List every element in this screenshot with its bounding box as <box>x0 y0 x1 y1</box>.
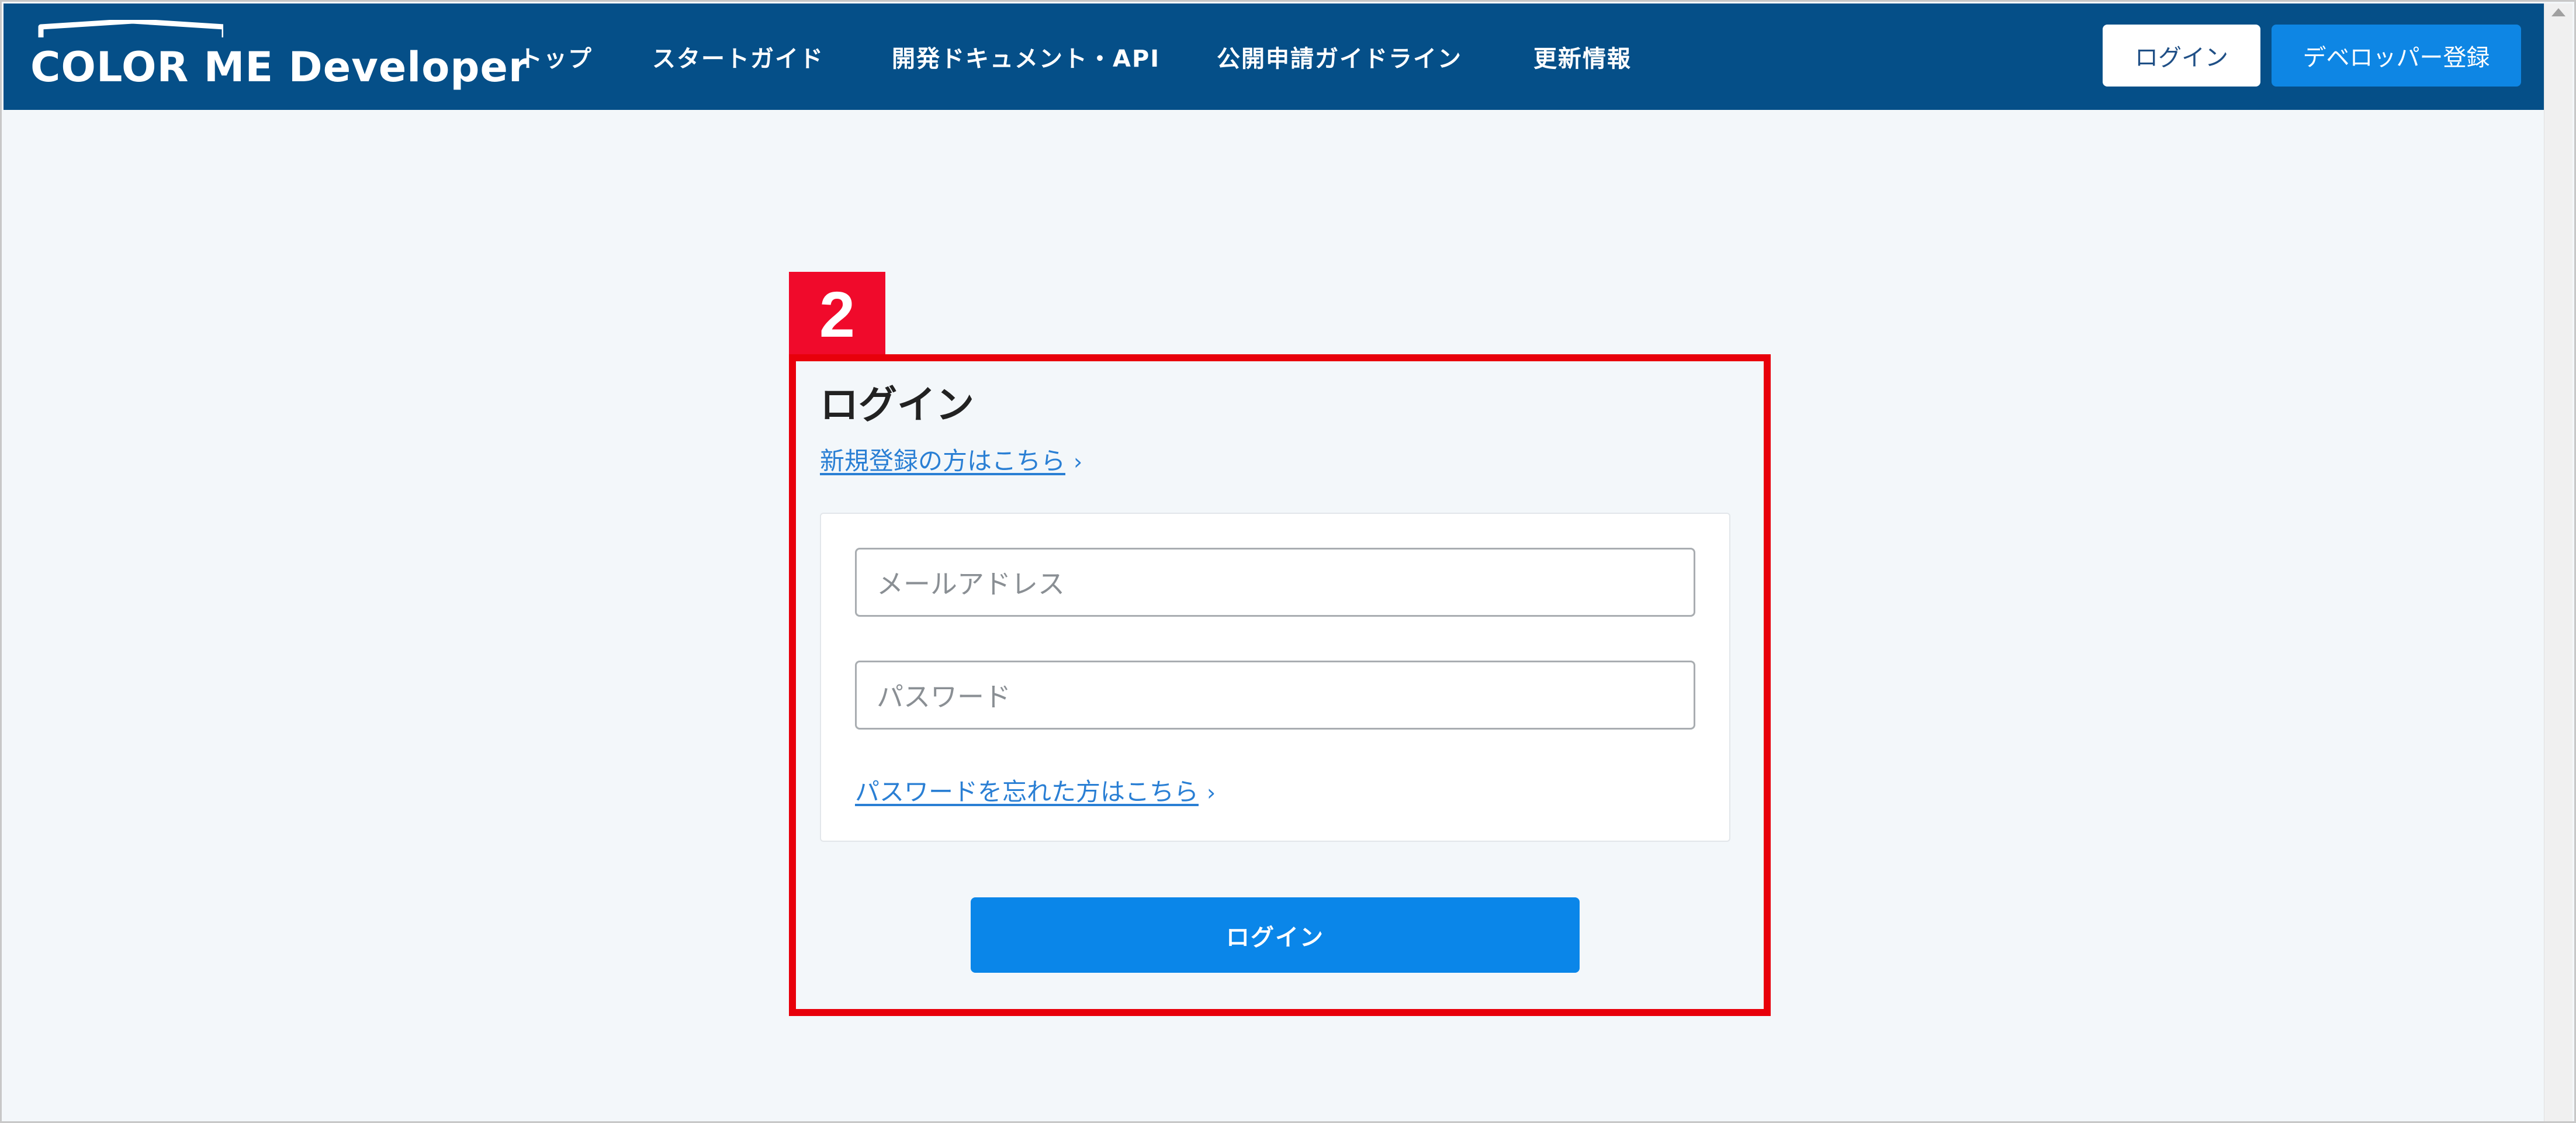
developer-register-button[interactable]: デベロッパー登録 <box>2272 25 2521 87</box>
nav-updates[interactable]: 更新情報 <box>1533 4 1632 110</box>
password-field[interactable]: パスワード <box>855 661 1695 730</box>
site-header: COLOR ME Developer トップ スタートガイド 開発ドキュメント・… <box>4 4 2547 110</box>
nav-top[interactable]: トップ <box>519 4 593 110</box>
email-placeholder: メールアドレス <box>877 568 1065 600</box>
scroll-up-arrow-icon[interactable] <box>2551 8 2565 16</box>
signup-link[interactable]: 新規登録の方はこちら › <box>820 441 1082 477</box>
email-field[interactable]: メールアドレス <box>855 548 1695 617</box>
page-title: ログイン <box>820 382 974 427</box>
browser-viewport: COLOR ME Developer トップ スタートガイド 開発ドキュメント・… <box>0 0 2576 1123</box>
vertical-scrollbar[interactable] <box>2544 4 2572 1121</box>
forgot-password-label[interactable]: パスワードを忘れた方はこちら <box>855 778 1199 806</box>
password-placeholder: パスワード <box>877 681 1011 713</box>
chevron-right-icon: › <box>1074 449 1083 475</box>
nav-start-guide[interactable]: スタートガイド <box>652 4 824 110</box>
login-form-card: メールアドレス パスワード パスワードを忘れた方はこちら › <box>820 513 1730 842</box>
site-logo[interactable]: COLOR ME Developer <box>30 20 529 96</box>
step-number-badge: 2 <box>789 272 885 357</box>
signup-link-label[interactable]: 新規登録の方はこちら <box>820 447 1065 475</box>
forgot-password-link[interactable]: パスワードを忘れた方はこちら › <box>855 772 1216 808</box>
nav-publish-guidelines[interactable]: 公開申請ガイドライン <box>1217 4 1462 110</box>
chevron-right-icon: › <box>1207 780 1216 806</box>
nav-dev-docs-api[interactable]: 開発ドキュメント・API <box>892 4 1160 110</box>
login-submit-button[interactable]: ログイン <box>971 897 1580 973</box>
header-login-button[interactable]: ログイン <box>2103 25 2260 87</box>
logo-text: COLOR ME Developer <box>30 43 529 91</box>
